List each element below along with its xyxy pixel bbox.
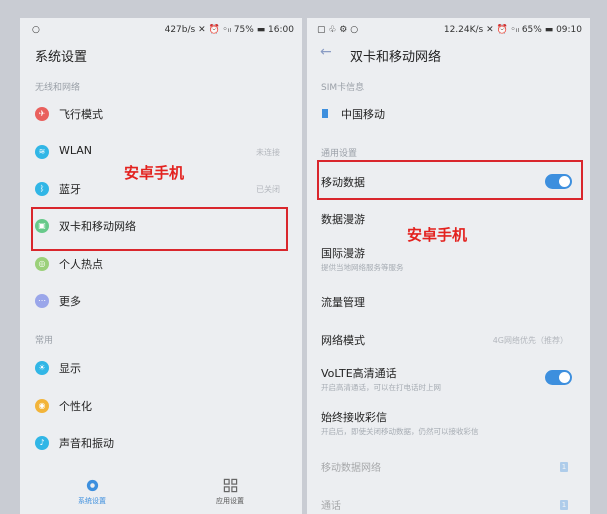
item-label: 移动数据网络 <box>321 463 381 474</box>
item-label: 数据漫游 <box>321 213 365 226</box>
item-value: 已关闭 <box>256 185 280 194</box>
tab-label: 系统设置 <box>78 497 106 505</box>
item-label: 始终接收彩信 <box>321 411 387 424</box>
item-value: 未连接 <box>256 148 280 157</box>
sim1-badge: 1 <box>560 462 568 472</box>
status-bar: ○ 427b/s ✕ ⏰ ◦ᵢₗ 75% ▬ 16:00 <box>20 25 302 39</box>
item-label: 国际漫游 <box>321 247 365 260</box>
tab-app-settings[interactable]: 应用设置 <box>200 478 260 506</box>
item-label: 蓝牙 <box>59 183 81 196</box>
item-label: 个人热点 <box>59 258 103 271</box>
volte-item[interactable]: VoLTE高清通话 开启高清通话，可以在打电话时上网 <box>307 358 590 392</box>
item-label: 通话 <box>321 501 341 512</box>
item-value: 4G网络优先（推荐） <box>492 336 568 345</box>
page-title: 双卡和移动网络 <box>350 50 442 65</box>
hotspot-icon: ◎ <box>35 257 49 271</box>
item-label: 网络模式 <box>321 334 365 347</box>
page-title: 系统设置 <box>35 50 88 65</box>
status-left: ▢ ♧ ⚙ ○ <box>317 25 359 35</box>
item-sub: 提供当地网络服务等服务 <box>321 263 404 272</box>
theme-icon: ◉ <box>35 399 49 413</box>
network-mode-item[interactable]: 网络模式 4G网络优先（推荐） <box>307 322 590 356</box>
volte-toggle[interactable] <box>545 370 572 385</box>
tab-system-settings[interactable]: 系统设置 <box>62 478 122 506</box>
section-wireless: 无线和网络 <box>35 83 81 93</box>
bottom-tab-bar: 系统设置 应用设置 <box>20 470 302 514</box>
watermark-left: 安卓手机 <box>124 164 185 182</box>
item-label: 个性化 <box>59 400 92 413</box>
section-common: 常用 <box>35 336 54 346</box>
highlight-box-dual-sim <box>31 207 288 251</box>
item-label: 更多 <box>59 295 81 308</box>
item-label: 声音和振动 <box>59 437 114 450</box>
item-label: VoLTE高清通话 <box>321 367 397 380</box>
data-usage-item[interactable]: 流量管理 <box>307 284 590 318</box>
always-receive-mms-item[interactable]: 始终接收彩信 开启后，即使关闭移动数据，仍然可以接收彩信 <box>307 402 590 436</box>
bluetooth-icon: ᛒ <box>35 182 49 196</box>
sim-label: 中国移动 <box>341 108 385 121</box>
status-right: 427b/s ✕ ⏰ ◦ᵢₗ 75% ▬ 16:00 <box>164 25 294 35</box>
section-general: 通用设置 <box>321 149 358 159</box>
wifi-icon: ≋ <box>35 145 49 159</box>
item-sub: 开启后，即使关闭移动数据，仍然可以接收彩信 <box>321 427 479 436</box>
settings-item-display[interactable]: ☀ 显示 <box>20 351 302 385</box>
sound-icon: ♪ <box>35 436 49 450</box>
system-settings-screen: ○ 427b/s ✕ ⏰ ◦ᵢₗ 75% ▬ 16:00 系统设置 无线和网络 … <box>20 18 302 514</box>
mobile-data-network-item[interactable]: 移动数据网络 1 <box>307 450 590 484</box>
settings-item-theme[interactable]: ◉ 个性化 <box>20 389 302 423</box>
status-left: ○ <box>32 25 40 35</box>
apps-grid-icon <box>223 478 238 493</box>
watermark-right: 安卓手机 <box>407 226 468 244</box>
airplane-icon: ✈ <box>35 107 49 121</box>
item-label: 流量管理 <box>321 296 365 309</box>
back-arrow-icon[interactable]: ← <box>320 44 332 60</box>
display-icon: ☀ <box>35 361 49 375</box>
settings-item-sound[interactable]: ♪ 声音和振动 <box>20 426 302 460</box>
item-label: WLAN <box>59 144 93 157</box>
item-sub: 开启高清通话，可以在打电话时上网 <box>321 383 441 392</box>
dual-sim-network-screen: ▢ ♧ ⚙ ○ 12.24K/s ✕ ⏰ ◦ᵢₗ 65% ▬ 09:10 ← 双… <box>307 18 590 514</box>
item-label: 飞行模式 <box>59 108 103 121</box>
settings-item-airplane[interactable]: ✈ 飞行模式 <box>20 97 302 131</box>
settings-item-more[interactable]: ⋯ 更多 <box>20 284 302 318</box>
tab-label: 应用设置 <box>216 497 244 505</box>
status-bar: ▢ ♧ ⚙ ○ 12.24K/s ✕ ⏰ ◦ᵢₗ 65% ▬ 09:10 <box>307 25 590 39</box>
item-label: 显示 <box>59 362 81 375</box>
more-icon: ⋯ <box>35 294 49 308</box>
sim-card-icon <box>322 109 328 118</box>
status-right: 12.24K/s ✕ ⏰ ◦ᵢₗ 65% ▬ 09:10 <box>443 25 582 35</box>
settings-item-hotspot[interactable]: ◎ 个人热点 <box>20 247 302 281</box>
sim1-badge: 1 <box>560 500 568 510</box>
gear-icon <box>85 478 100 493</box>
highlight-box-mobile-data <box>317 160 583 200</box>
section-sim-info: SIM卡信息 <box>321 83 365 93</box>
calls-item[interactable]: 通话 1 <box>307 488 590 514</box>
sim-card-item[interactable]: 中国移动 <box>307 97 590 131</box>
